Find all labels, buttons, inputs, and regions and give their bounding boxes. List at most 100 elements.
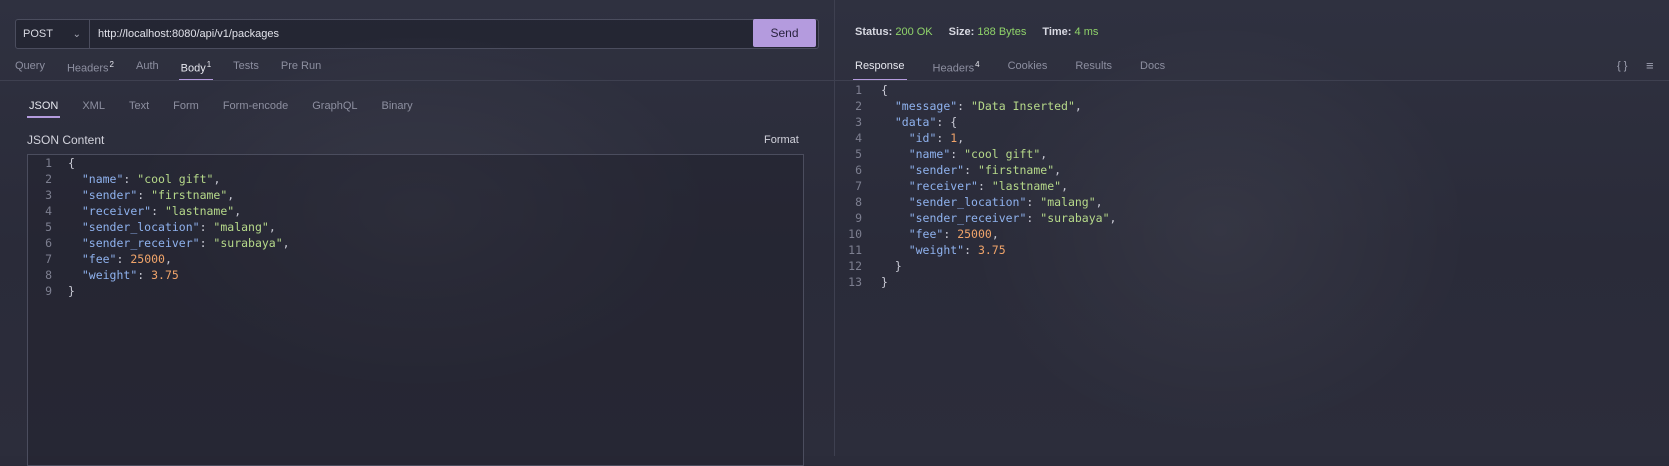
json-key: "sender_location" [81, 220, 200, 234]
tab-badge: 2 [109, 60, 114, 69]
tab-tests[interactable]: Tests [233, 60, 259, 81]
json-key: "name" [81, 172, 124, 186]
method-label: POST [23, 28, 53, 40]
tab-form-encode[interactable]: Form-encode [223, 100, 288, 118]
size-info: Size: 188 Bytes [949, 26, 1027, 38]
tab-cookies[interactable]: Cookies [1008, 60, 1048, 81]
tab-form[interactable]: Form [173, 100, 199, 118]
tab-body[interactable]: Body1 [178, 60, 213, 81]
tab-headers[interactable]: Headers2 [67, 60, 114, 81]
punctuation: : [137, 188, 152, 202]
line-number: 5 [45, 220, 52, 234]
json-key: "sender_receiver" [908, 211, 1027, 225]
line-number: 9 [855, 211, 862, 225]
url-bar: POST ⌄ http://localhost:8080/api/v1/pack… [15, 19, 819, 49]
punctuation: : [957, 99, 972, 113]
code-line: 8 "weight": 3.75 [28, 267, 179, 283]
status-value: 200 OK [895, 26, 933, 38]
url-input[interactable]: http://localhost:8080/api/v1/packages [90, 20, 818, 48]
tab-graphql[interactable]: GraphQL [312, 100, 357, 118]
send-button[interactable]: Send [753, 19, 816, 47]
code-line: 1{ [840, 82, 888, 98]
punctuation: : { [936, 115, 958, 129]
json-string: "lastname" [164, 204, 235, 218]
punctuation: , [1109, 211, 1117, 225]
json-key: "fee" [908, 227, 944, 241]
tab-xml[interactable]: XML [82, 100, 105, 118]
line-number: 4 [855, 131, 862, 145]
tab-response-headers[interactable]: Headers4 [933, 60, 980, 81]
punctuation: : [199, 236, 214, 250]
time-info: Time: 4 ms [1042, 26, 1098, 38]
tab-response[interactable]: Response [853, 60, 907, 81]
json-number: 3.75 [151, 268, 179, 282]
wrap-lines-icon[interactable]: ≡ [1646, 58, 1654, 73]
tab-label: Tests [233, 60, 259, 72]
code-line: 6 "sender": "firstname", [840, 162, 1061, 178]
json-key: "sender_receiver" [81, 236, 200, 250]
tab-text[interactable]: Text [129, 100, 149, 118]
punctuation: , [164, 252, 172, 266]
code-line: 7 "receiver": "lastname", [840, 178, 1068, 194]
json-string: "lastname" [991, 179, 1062, 193]
json-number: 25000 [130, 252, 165, 266]
punctuation: , [268, 220, 276, 234]
punctuation: , [1095, 195, 1103, 209]
json-key: "fee" [81, 252, 117, 266]
pane-divider[interactable] [834, 0, 835, 456]
tab-auth[interactable]: Auth [136, 60, 159, 81]
tab-docs[interactable]: Docs [1140, 60, 1165, 81]
time-label: Time: [1042, 26, 1072, 38]
line-number: 10 [848, 227, 862, 241]
method-select[interactable]: POST ⌄ [16, 20, 90, 48]
tab-label: Auth [136, 60, 159, 72]
punctuation: , [1040, 147, 1048, 161]
line-number: 8 [45, 268, 52, 282]
tab-label: Pre Run [280, 60, 322, 72]
tab-pre-run[interactable]: Pre Run [281, 60, 321, 81]
code-line: 10 "fee": 25000, [840, 226, 999, 242]
punctuation: : [137, 268, 152, 282]
line-number: 4 [45, 204, 52, 218]
line-number: 5 [855, 147, 862, 161]
code-line: 5 "name": "cool gift", [840, 146, 1047, 162]
response-body-viewer: 1{2 "message": "Data Inserted", 3 "data":… [840, 82, 1660, 292]
json-key: "receiver" [81, 204, 152, 218]
line-number: 7 [45, 252, 52, 266]
punctuation: , [213, 172, 221, 186]
tab-results[interactable]: Results [1075, 60, 1112, 81]
line-number: 11 [848, 243, 862, 257]
json-key: "weight" [908, 243, 965, 257]
punctuation: , [282, 236, 290, 250]
tab-binary[interactable]: Binary [382, 100, 413, 118]
json-string: "surabaya" [213, 236, 283, 250]
format-button[interactable]: Format [764, 134, 799, 146]
json-key: "message" [894, 99, 958, 113]
punctuation: : [116, 252, 131, 266]
status-info: Status: 200 OK [855, 26, 933, 38]
code-line: 6 "sender_receiver": "surabaya", [28, 235, 290, 251]
response-tabs: Response Headers4 Cookies Results Docs [853, 60, 1193, 81]
line-number: 12 [848, 259, 862, 273]
json-key: "id" [908, 131, 937, 145]
json-key: "receiver" [908, 179, 978, 193]
line-number: 7 [855, 179, 862, 193]
json-body-editor[interactable]: 1{2 "name": "cool gift", 3 "sender": "fir… [27, 154, 804, 466]
body-type-tabs: JSON XML Text Form Form-encode GraphQL B… [26, 100, 437, 118]
punctuation: : [964, 243, 978, 257]
tab-json[interactable]: JSON [26, 100, 61, 118]
json-key: "data" [894, 115, 937, 129]
json-string: "Data Inserted" [971, 99, 1075, 113]
json-content-label: JSON Content [27, 133, 105, 147]
punctuation: : [950, 147, 965, 161]
json-number: 3.75 [977, 243, 1006, 257]
braces-icon[interactable]: { } [1617, 60, 1627, 72]
tab-query[interactable]: Query [15, 60, 45, 81]
